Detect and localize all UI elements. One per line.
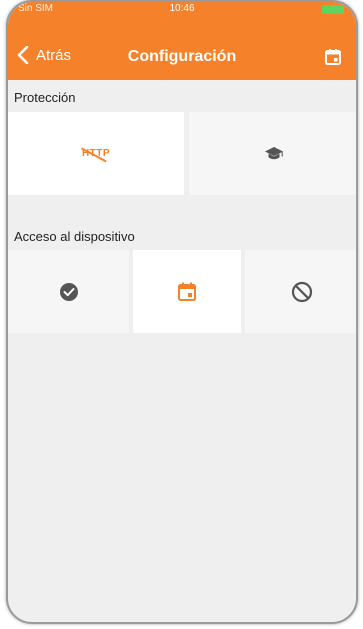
calendar-icon[interactable] — [324, 48, 342, 66]
device-access-option-scheduled[interactable] — [133, 250, 241, 333]
protection-option-http[interactable]: HTTP — [8, 112, 184, 195]
battery-icon — [322, 5, 344, 14]
device-access-option-allowed[interactable] — [8, 250, 129, 333]
block-icon — [291, 281, 312, 302]
clock: 10:46 — [169, 3, 195, 14]
navigation-bar: Atrás Configuración — [8, 18, 356, 80]
device-access-option-blocked[interactable] — [245, 250, 356, 333]
graduation-cap-icon — [264, 146, 283, 159]
device-access-section-label: Acceso al dispositivo — [14, 229, 135, 244]
calendar-icon — [178, 282, 196, 301]
page-title: Configuración — [127, 48, 237, 65]
protection-option-education[interactable] — [189, 112, 356, 195]
protection-section-label: Protección — [14, 90, 76, 105]
phone-frame: Sin SIM 10:46 Atrás Configuración Protec… — [6, 0, 358, 624]
status-bar: Sin SIM 10:46 — [8, 2, 356, 18]
http-crossed-icon: HTTP — [81, 147, 110, 162]
check-circle-icon — [59, 282, 78, 301]
